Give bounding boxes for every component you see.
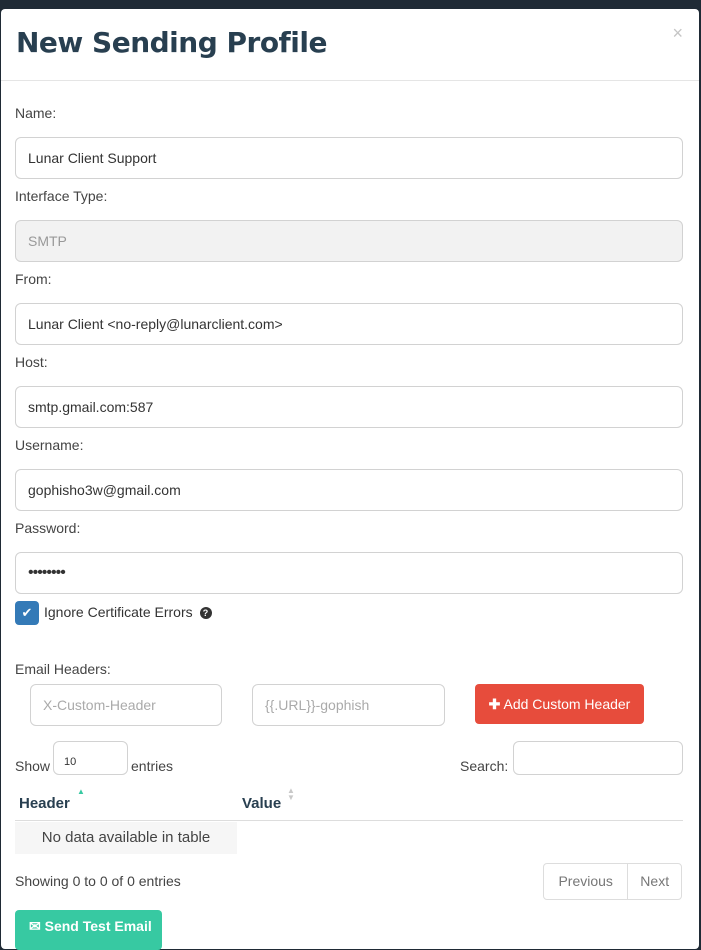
from-label: From: (15, 271, 52, 287)
search-label: Search: (460, 758, 509, 774)
host-label: Host: (15, 354, 48, 370)
name-label: Name: (15, 105, 57, 121)
table-empty-cell: No data available in table (15, 822, 237, 854)
close-icon[interactable]: × (672, 23, 683, 44)
add-custom-header-label: Add Custom Header (503, 696, 631, 712)
check-icon: ✔ (21, 605, 33, 620)
username-input[interactable]: gophisho3w@gmail.com (15, 469, 683, 511)
custom-header-value-input[interactable]: {{.URL}}-gophish (252, 684, 445, 726)
entries-label: entries (131, 758, 174, 774)
table-search-input[interactable] (513, 741, 683, 775)
pagination: Previous Next (543, 863, 682, 900)
question-circle-icon[interactable]: ? (199, 607, 212, 620)
host-input[interactable]: smtp.gmail.com:587 (15, 386, 683, 428)
username-label: Username: (15, 437, 84, 453)
send-test-email-label: Send Test Email (44, 918, 152, 934)
from-input[interactable]: Lunar Client <no-reply@lunarclient.com> (15, 303, 683, 345)
email-headers-label: Email Headers: (15, 661, 111, 677)
modal-title: New Sending Profile (16, 26, 327, 59)
interface-type-label: Interface Type: (15, 188, 108, 204)
next-button[interactable]: Next (628, 864, 681, 899)
entries-select[interactable]: 10 (53, 741, 128, 775)
sort-asc-icon[interactable]: ▲ (77, 787, 85, 796)
show-label: Show (15, 758, 51, 774)
custom-header-input[interactable]: X-Custom-Header (30, 684, 222, 726)
envelope-icon: ✉ (29, 918, 41, 934)
add-custom-header-button[interactable]: ✚ Add Custom Header (475, 684, 644, 724)
name-input[interactable]: Lunar Client Support (15, 137, 683, 179)
column-header[interactable]: Header (19, 795, 70, 812)
ignore-cert-text: Ignore Certificate Errors (44, 604, 193, 620)
send-test-email-button[interactable]: ✉ Send Test Email (15, 910, 162, 950)
sort-both-icon[interactable]: ▲ ▼ (287, 787, 295, 802)
previous-button[interactable]: Previous (544, 864, 629, 899)
table-info: Showing 0 to 0 of 0 entries (15, 873, 181, 889)
password-label: Password: (15, 520, 81, 536)
interface-type-input: SMTP (15, 220, 683, 262)
column-value[interactable]: Value (242, 795, 281, 812)
ignore-cert-checkbox[interactable]: ✔ (15, 601, 39, 625)
password-input[interactable]: •••••••• (15, 552, 683, 594)
ignore-cert-label: Ignore Certificate Errors ? (44, 604, 212, 620)
modal-header: New Sending Profile × (1, 9, 699, 81)
table-divider (15, 820, 683, 821)
plus-icon: ✚ (488, 696, 501, 712)
